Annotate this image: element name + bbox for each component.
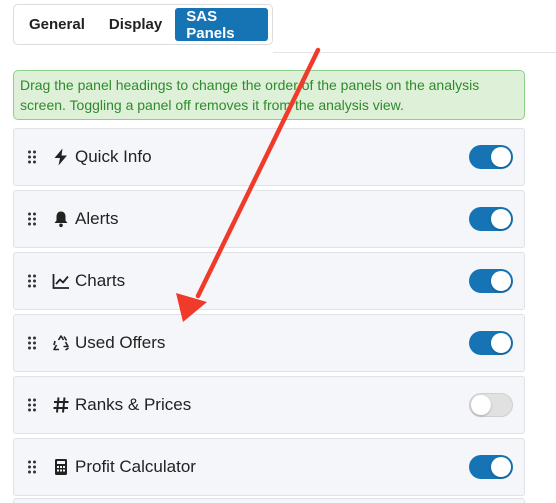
panel-row-used-offers[interactable]: Used Offers: [13, 314, 525, 372]
panel-label-charts: Charts: [75, 271, 126, 290]
toggle-alerts[interactable]: [469, 207, 513, 231]
panel-row-ranks-prices[interactable]: Ranks & Prices: [13, 376, 525, 434]
drag-handle-icon[interactable]: [28, 460, 36, 474]
toggle-profit-calculator[interactable]: [469, 455, 513, 479]
panel-label-alerts: Alerts: [75, 209, 119, 228]
toggle-knob: [471, 395, 491, 415]
toggle-knob: [491, 209, 511, 229]
toggle-knob: [491, 147, 511, 167]
drag-handle-icon[interactable]: [28, 398, 36, 412]
panel-label-quick-info: Quick Info: [75, 147, 152, 166]
toggle-charts[interactable]: [469, 269, 513, 293]
toggle-used-offers[interactable]: [469, 331, 513, 355]
panel-row-partial: [13, 498, 525, 503]
drag-handle-icon[interactable]: [28, 212, 36, 226]
panel-label-profit-calculator: Profit Calculator: [75, 457, 196, 476]
toggle-quick-info[interactable]: [469, 145, 513, 169]
toggle-knob: [491, 457, 511, 477]
panel-row-profit-calculator[interactable]: Profit Calculator: [13, 438, 525, 496]
panel-row-alerts[interactable]: Alerts: [13, 190, 525, 248]
info-notice-text: Drag the panel headings to change the or…: [20, 77, 480, 113]
calculator-icon: [55, 459, 67, 475]
toggle-knob: [491, 271, 511, 291]
panel-row-charts[interactable]: Charts: [13, 252, 525, 310]
panel-label-ranks-prices: Ranks & Prices: [75, 395, 192, 414]
drag-handle-icon[interactable]: [28, 274, 36, 288]
toggle-knob: [491, 333, 511, 353]
tab-general[interactable]: General: [18, 8, 96, 41]
bell-icon: [54, 211, 68, 228]
drag-handle-icon[interactable]: [28, 336, 36, 350]
tab-sas-panels[interactable]: SAS Panels: [175, 8, 268, 42]
line-chart-icon: [52, 274, 69, 289]
lightning-icon: [54, 148, 67, 166]
info-notice: Drag the panel headings to change the or…: [13, 70, 525, 120]
tab-divider-line: [273, 52, 556, 53]
drag-handle-icon[interactable]: [28, 150, 36, 164]
panel-label-used-offers: Used Offers: [75, 333, 166, 352]
settings-tab-bar: General Display SAS Panels: [13, 4, 273, 45]
hashtag-icon: [53, 397, 69, 413]
panel-row-quick-info[interactable]: Quick Info: [13, 128, 525, 186]
tab-display[interactable]: Display: [98, 8, 173, 41]
toggle-ranks-prices[interactable]: [469, 393, 513, 417]
recycle-icon: [53, 335, 69, 351]
